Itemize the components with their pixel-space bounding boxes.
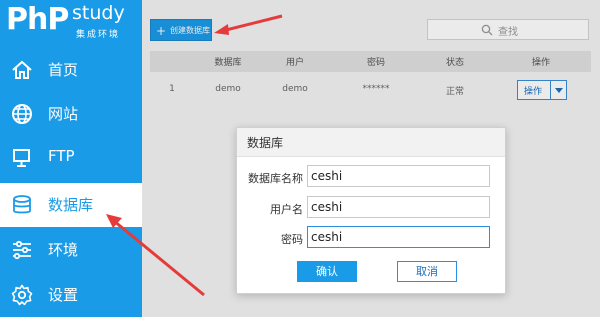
cancel-button[interactable]: 取消 xyxy=(397,261,457,282)
sidebar-item-label: 环境 xyxy=(48,241,79,259)
home-icon xyxy=(12,60,32,79)
sidebar-item-label: 网站 xyxy=(48,105,79,123)
database-name-field[interactable] xyxy=(307,165,490,187)
database-icon xyxy=(13,195,31,214)
password-field[interactable] xyxy=(307,226,490,248)
confirm-button[interactable]: 确认 xyxy=(297,261,357,282)
database-dialog: 数据库 数据库名称 用户名 密码 确认 取消 xyxy=(236,127,506,294)
sidebar-item-label: 首页 xyxy=(48,61,79,79)
logo: PhP study 集成环境 xyxy=(0,0,142,46)
sidebar-item-label: FTP xyxy=(48,147,75,165)
sidebar-item-label: 数据库 xyxy=(48,196,94,214)
sidebar: PhP study 集成环境 首页 网站 FTP 数据库 环境 设置 xyxy=(0,0,142,317)
sidebar-item-label: 设置 xyxy=(48,286,79,304)
dialog-title: 数据库 xyxy=(247,136,284,150)
username-field[interactable] xyxy=(307,196,490,218)
sliders-icon xyxy=(13,240,31,260)
database-name-label: 数据库名称 xyxy=(248,172,303,185)
logo-brand: PhP xyxy=(6,2,69,37)
server-icon xyxy=(13,149,30,167)
sidebar-item-websites[interactable]: 网站 xyxy=(0,92,142,136)
sidebar-item-home[interactable]: 首页 xyxy=(0,48,142,92)
logo-product: study xyxy=(72,2,125,24)
sidebar-item-ftp[interactable]: FTP xyxy=(0,136,142,180)
gear-icon xyxy=(11,284,33,306)
sidebar-item-environment[interactable]: 环境 xyxy=(0,228,142,272)
dialog-titlebar: 数据库 xyxy=(237,128,505,157)
password-label: 密码 xyxy=(281,233,303,246)
sidebar-item-settings[interactable]: 设置 xyxy=(0,273,142,317)
logo-subtitle: 集成环境 xyxy=(76,30,121,40)
username-label: 用户名 xyxy=(270,203,303,216)
globe-icon xyxy=(12,104,32,124)
sidebar-item-database[interactable]: 数据库 xyxy=(0,183,142,227)
